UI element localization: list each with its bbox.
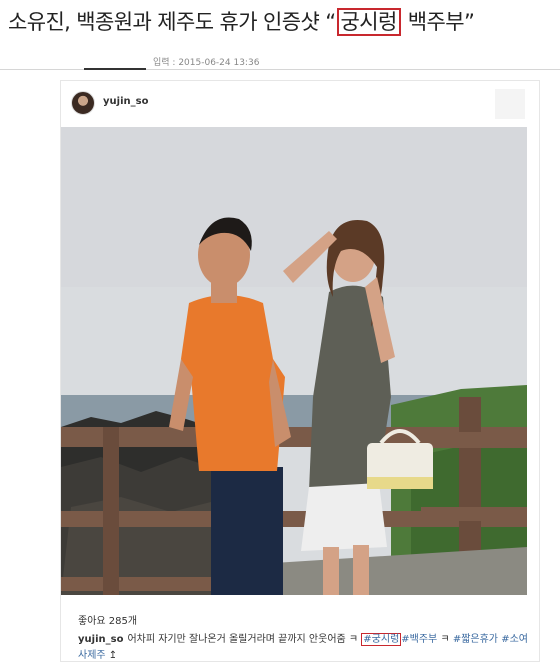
headline-highlight-box: 궁시렁: [336, 8, 401, 36]
hashtag[interactable]: #짧은휴가: [453, 634, 498, 645]
caption-mid: ㅋ: [437, 634, 453, 645]
instagram-post-card: yujin_so 좋아요 285개 yujin_so 어차피 자기만 잘나온거 …: [60, 80, 540, 662]
caption-text: 어차피 자기만 잘나온거 올릴거라며 끝까지 안웃어줌 ㅋ: [127, 634, 362, 645]
post-photo: [61, 127, 527, 595]
caption-username[interactable]: yujin_so: [78, 634, 123, 645]
article-date: 입력 : 2015-06-24 13:36: [153, 58, 260, 68]
article-headline: 소유진, 백종원과 제주도 휴가 인증샷 “궁시렁 백주부”: [8, 6, 475, 36]
post-caption: yujin_so 어차피 자기만 잘나온거 올릴거라며 끝까지 안웃어줌 ㅋ #궁…: [78, 632, 528, 664]
likes-count[interactable]: 좋아요 285개: [78, 612, 137, 627]
avatar[interactable]: [71, 91, 95, 115]
post-username[interactable]: yujin_so: [103, 96, 148, 107]
headline-text: 소유진, 백종원과 제주도 휴가 인증샷 “: [8, 10, 336, 34]
header-placeholder: [495, 89, 525, 119]
hashtag[interactable]: #백주부: [401, 634, 437, 645]
post-header: yujin_so: [71, 89, 531, 119]
caption-end: ↥: [105, 650, 118, 661]
header-divider-accent: [84, 68, 146, 70]
headline-tail: 백주부”: [401, 10, 475, 34]
hashtag-highlighted[interactable]: #궁시렁: [361, 633, 402, 646]
